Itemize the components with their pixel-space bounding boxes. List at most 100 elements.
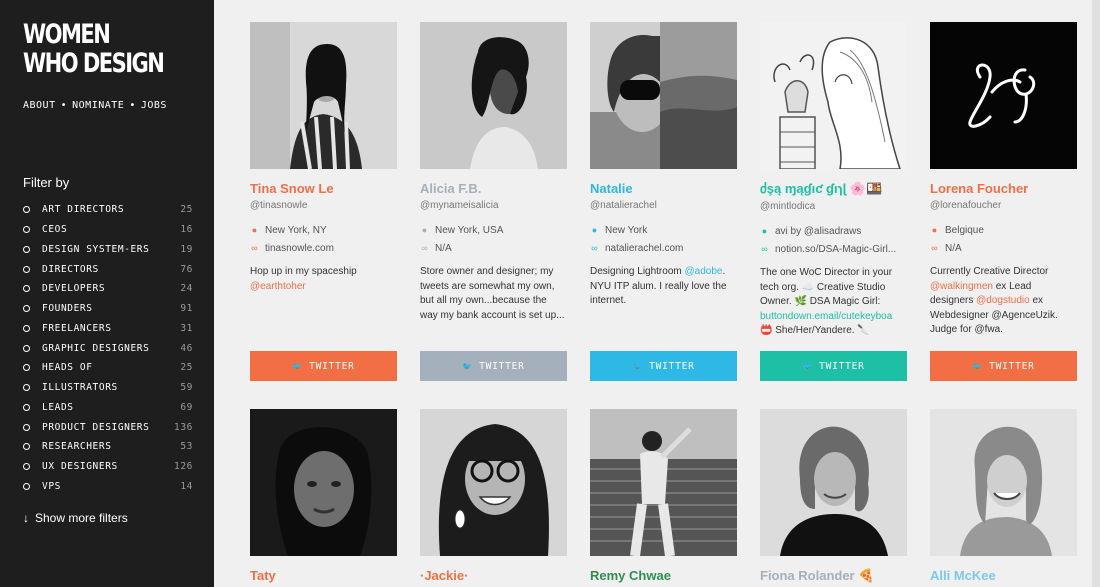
filter-item[interactable]: DEVELOPERS 24 [23,279,193,299]
radio-icon[interactable] [23,245,30,253]
location-text: avi by @alisadraws [775,225,862,237]
radio-icon[interactable] [23,443,30,451]
radio-icon[interactable] [23,463,30,471]
radio-icon[interactable] [23,265,30,273]
designer-card: ·Jackie· [420,409,567,583]
site-logo[interactable]: WOMEN WHO DESIGN [23,19,165,78]
bio-mention-link[interactable]: @dogstudio [976,295,1030,306]
nav-about-link[interactable]: ABOUT [23,100,56,111]
profile-photo[interactable] [590,409,737,556]
bio-text: The one WoC Director in your tech org. ☁… [760,267,893,307]
designer-name[interactable]: Alicia F.B. [420,181,567,196]
radio-icon[interactable] [23,403,30,411]
filter-count: 53 [180,441,193,453]
website-link[interactable]: N/A [435,243,452,254]
location-pin-icon: ● [251,225,258,235]
designer-card: ძşą ɱąɠıƈ ɠıɿɭ 🌸🍱 @mintlodica ● avi by @a… [760,22,907,381]
filter-label: RESEARCHERS [42,441,112,453]
logo-line-1: WOMEN [23,19,111,50]
filter-count: 91 [180,303,193,315]
profile-photo[interactable] [930,409,1077,556]
link-icon: ∞ [251,243,258,253]
location-pin-icon: ● [761,226,768,236]
website-link[interactable]: N/A [945,243,962,254]
profile-photo[interactable] [420,409,567,556]
filter-label: HEADS OF [42,362,93,374]
twitter-bird-icon: 🐦 [632,361,644,371]
filter-item[interactable]: DESIGN SYSTEM-ERS 19 [23,240,193,260]
designer-name[interactable]: Fiona Rolander 🍕 [760,568,907,584]
designer-name[interactable]: Tina Snow Le [250,181,397,196]
radio-icon[interactable] [23,305,30,313]
filter-item[interactable]: CEOS 16 [23,220,193,240]
twitter-button[interactable]: 🐦 TWITTER [930,351,1077,381]
designer-card: Taty [250,409,397,583]
filter-item[interactable]: ART DIRECTORS 25 [23,200,193,220]
profile-photo[interactable] [760,409,907,556]
twitter-button[interactable]: 🐦 TWITTER [590,351,737,381]
radio-icon[interactable] [23,364,30,372]
designer-name[interactable]: Alli McKee [930,568,1077,583]
profile-photo[interactable] [250,22,397,169]
filter-count: 76 [180,263,193,275]
filter-item[interactable]: DIRECTORS 76 [23,259,193,279]
radio-icon[interactable] [23,384,30,392]
filter-item[interactable]: RESEARCHERS 53 [23,437,193,457]
filter-item[interactable]: VPS 14 [23,477,193,497]
profile-photo[interactable] [590,22,737,169]
radio-icon[interactable] [23,344,30,352]
profile-photo[interactable] [760,22,907,169]
designer-name[interactable]: Remy Chwae [590,568,737,583]
radio-icon[interactable] [23,324,30,332]
nav-nominate-link[interactable]: NOMINATE [72,100,124,111]
filter-item[interactable]: FREELANCERS 31 [23,319,193,339]
designer-name[interactable]: ·Jackie· [420,568,567,583]
filter-count: 25 [180,204,193,216]
filter-item[interactable]: ILLUSTRATORS 59 [23,378,193,398]
arrow-down-icon: ↓ [23,511,29,525]
radio-icon[interactable] [23,423,30,431]
website-link[interactable]: tinasnowle.com [265,243,334,254]
twitter-bird-icon: 🐦 [462,361,474,371]
filter-count: 14 [180,480,193,492]
bio-mention-link[interactable]: @earthtoher [250,281,306,292]
twitter-button[interactable]: 🐦 TWITTER [760,351,907,381]
profile-photo[interactable] [930,22,1077,169]
twitter-button[interactable]: 🐦 TWITTER [250,351,397,381]
radio-icon[interactable] [23,482,30,490]
website-link[interactable]: notion.so/DSA-Magic-Girl... [775,244,896,255]
designer-name[interactable]: Taty [250,568,397,583]
radio-icon[interactable] [23,206,30,214]
nav-jobs-link[interactable]: JOBS [141,100,167,111]
filter-item[interactable]: UX DESIGNERS 126 [23,457,193,477]
designer-card: Remy Chwae [590,409,737,583]
radio-icon[interactable] [23,226,30,234]
twitter-button[interactable]: 🐦 TWITTER [420,351,567,381]
website-link[interactable]: natalierachel.com [605,243,683,254]
filter-item[interactable]: GRAPHIC DESIGNERS 46 [23,338,193,358]
bio-mention-link[interactable]: @adobe [685,266,723,277]
filter-item[interactable]: LEADS 69 [23,398,193,418]
designer-name[interactable]: Natalie [590,181,737,196]
show-more-filters-button[interactable]: ↓ Show more filters [23,511,128,525]
bio-mention-link[interactable]: @walkingmen [930,281,993,292]
filter-item[interactable]: PRODUCT DESIGNERS 136 [23,417,193,437]
filter-count: 19 [180,243,193,255]
bio-url-link[interactable]: buttondown.email/cutekeyboa [760,311,892,322]
radio-icon[interactable] [23,285,30,293]
profile-photo[interactable] [420,22,567,169]
location-text: New York [605,224,648,236]
location-row: ● avi by @alisadraws [760,223,907,239]
twitter-handle: @mintlodica [760,201,816,212]
twitter-handle: @tinasnowle [250,200,308,211]
location-row: ● New York, NY [250,222,397,238]
designer-name[interactable]: ძşą ɱąɠıƈ ɠıɿɭ 🌸🍱 [760,181,907,197]
nav-separator: • [60,100,68,111]
designer-name[interactable]: Lorena Foucher [930,181,1077,196]
twitter-button-label: TWITTER [479,360,525,372]
page-scrollbar[interactable] [1092,0,1100,587]
profile-photo[interactable] [250,409,397,556]
designer-card: Tina Snow Le @tinasnowle ● New York, NY ∞… [250,22,397,381]
filter-item[interactable]: FOUNDERS 91 [23,299,193,319]
filter-item[interactable]: HEADS OF 25 [23,358,193,378]
